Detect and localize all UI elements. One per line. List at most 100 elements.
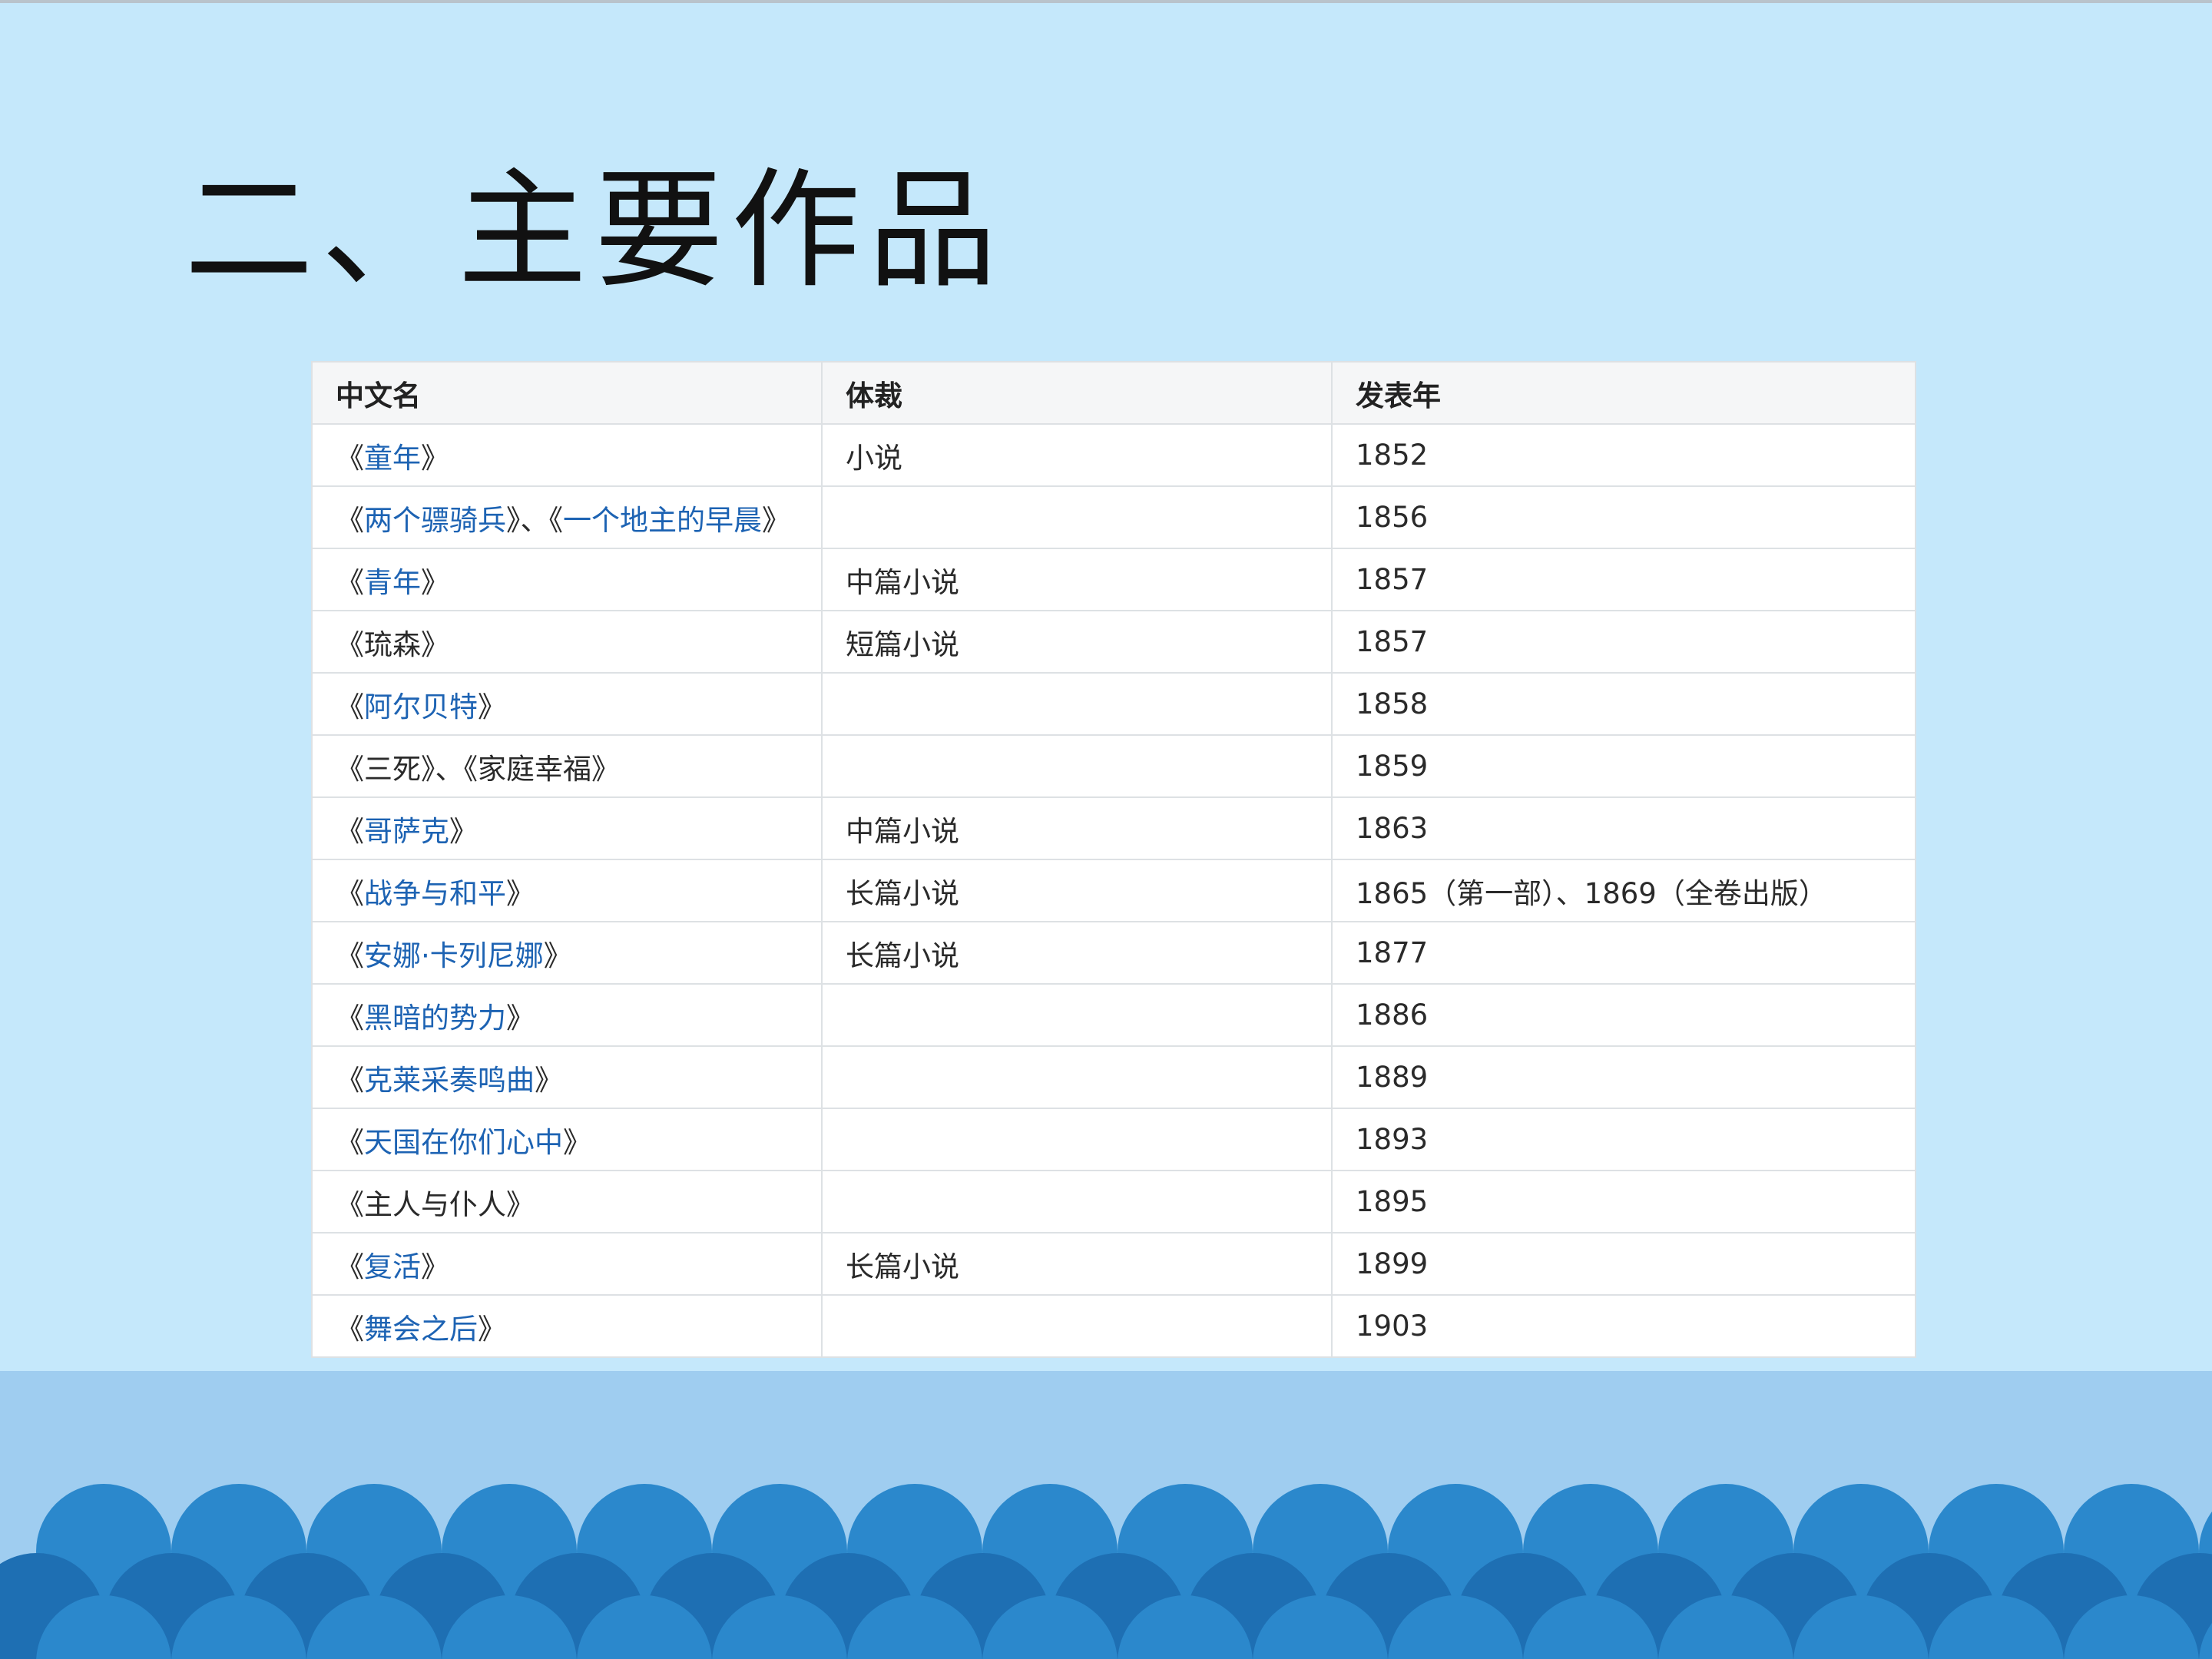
- genre-cell: [821, 672, 1333, 736]
- work-title-link[interactable]: 青年: [364, 566, 421, 599]
- work-title-link[interactable]: 复活: [364, 1250, 421, 1283]
- year-cell: 1863: [1331, 796, 1916, 860]
- work-title-text: 《: [336, 565, 364, 599]
- year-cell: 1856: [1331, 485, 1916, 549]
- genre-cell: [821, 734, 1333, 798]
- genre-cell: 中篇小说: [821, 796, 1333, 860]
- work-title-text: 》、《: [506, 503, 563, 537]
- header-title: 中文名: [311, 361, 823, 425]
- work-title-link[interactable]: 战争与和平: [364, 877, 506, 910]
- genre-cell: [821, 1170, 1333, 1233]
- works-table: 中文名 体裁 发表年 《童年》 小说 1852 《两个骠骑兵》、《一个地主的早晨》 18…: [311, 361, 1916, 1358]
- work-title-text: 》: [762, 503, 790, 537]
- year-cell: 1877: [1331, 921, 1916, 985]
- page-title: 二、主要作品: [184, 155, 1005, 306]
- year-cell: 1895: [1331, 1170, 1916, 1233]
- work-title-text: 》: [506, 876, 535, 910]
- work-title-text: 《: [336, 503, 364, 537]
- work-title-text: 《: [336, 1001, 364, 1035]
- work-title-link[interactable]: 克莱采奏鸣曲: [364, 1064, 535, 1097]
- work-title-text: 《: [336, 1063, 364, 1097]
- table-row: 《舞会之后》 1903: [311, 1294, 1916, 1358]
- work-title-cell: 《天国在你们心中》: [311, 1108, 823, 1171]
- top-border: [0, 0, 2212, 3]
- table-row: 《战争与和平》 长篇小说 1865（第一部）、1869（全卷出版）: [311, 859, 1916, 922]
- work-title-link[interactable]: 两个骠骑兵: [364, 504, 506, 537]
- work-title-text: 《: [336, 1312, 364, 1346]
- header-year: 发表年: [1331, 361, 1916, 425]
- work-title-text: 《主人与仆人》: [336, 1187, 535, 1221]
- table-row: 《哥萨克》 中篇小说 1863: [311, 796, 1916, 860]
- table-row: 《三死》、《家庭幸福》 1859: [311, 734, 1916, 798]
- work-title-cell: 《两个骠骑兵》、《一个地主的早晨》: [311, 485, 823, 549]
- genre-cell: [821, 1108, 1333, 1171]
- table-row: 《童年》 小说 1852: [311, 423, 1916, 487]
- work-title-text: 《: [336, 690, 364, 724]
- work-title-text: 》: [449, 814, 478, 848]
- work-title-text: 《: [336, 1125, 364, 1159]
- genre-cell: 中篇小说: [821, 548, 1333, 611]
- table-row: 《青年》 中篇小说 1857: [311, 548, 1916, 611]
- work-title-text: 》: [421, 565, 449, 599]
- genre-cell: 长篇小说: [821, 921, 1333, 985]
- work-title-cell: 《阿尔贝特》: [311, 672, 823, 736]
- genre-cell: [821, 1045, 1333, 1109]
- work-title-link[interactable]: 童年: [364, 442, 421, 475]
- table-row: 《克莱采奏鸣曲》 1889: [311, 1045, 1916, 1109]
- work-title-cell: 《复活》: [311, 1232, 823, 1296]
- work-title-link[interactable]: 安娜·卡列尼娜: [364, 939, 544, 972]
- work-title-link[interactable]: 天国在你们心中: [364, 1126, 563, 1159]
- work-title-link[interactable]: 黑暗的势力: [364, 1002, 506, 1035]
- genre-cell: [821, 485, 1333, 549]
- work-title-link[interactable]: 舞会之后: [364, 1313, 478, 1346]
- year-cell: 1858: [1331, 672, 1916, 736]
- genre-cell: 小说: [821, 423, 1333, 487]
- work-title-link[interactable]: 阿尔贝特: [364, 690, 478, 724]
- genre-cell: 长篇小说: [821, 1232, 1333, 1296]
- work-title-cell: 《琉森》: [311, 610, 823, 674]
- work-title-text: 《: [336, 1250, 364, 1283]
- work-title-cell: 《克莱采奏鸣曲》: [311, 1045, 823, 1109]
- year-cell: 1893: [1331, 1108, 1916, 1171]
- table-row: 《两个骠骑兵》、《一个地主的早晨》 1856: [311, 485, 1916, 549]
- work-title-cell: 《主人与仆人》: [311, 1170, 823, 1233]
- work-title-text: 》: [563, 1125, 591, 1159]
- year-cell: 1903: [1331, 1294, 1916, 1358]
- work-title-text: 《: [336, 441, 364, 475]
- wave-decoration: [0, 1484, 2212, 1659]
- year-cell: 1859: [1331, 734, 1916, 798]
- work-title-text: 《: [336, 876, 364, 910]
- year-cell: 1852: [1331, 423, 1916, 487]
- year-cell: 1899: [1331, 1232, 1916, 1296]
- table-body: 《童年》 小说 1852 《两个骠骑兵》、《一个地主的早晨》 1856 《青年》 中篇小说 1…: [311, 423, 1916, 1358]
- work-title-text: 》: [535, 1063, 563, 1097]
- header-genre: 体裁: [821, 361, 1333, 425]
- work-title-cell: 《安娜·卡列尼娜》: [311, 921, 823, 985]
- table-row: 《主人与仆人》 1895: [311, 1170, 1916, 1233]
- table-header-row: 中文名 体裁 发表年: [311, 361, 1916, 425]
- table-row: 《安娜·卡列尼娜》 长篇小说 1877: [311, 921, 1916, 985]
- work-title-link[interactable]: 哥萨克: [364, 815, 449, 848]
- work-title-text: 》: [478, 1312, 506, 1346]
- work-title-text: 《三死》、《家庭幸福》: [336, 752, 620, 786]
- work-title-text: 《: [336, 939, 364, 972]
- year-cell: 1857: [1331, 610, 1916, 674]
- table-row: 《天国在你们心中》 1893: [311, 1108, 1916, 1171]
- work-title-link[interactable]: 一个地主的早晨: [563, 504, 762, 537]
- work-title-text: 》: [506, 1001, 535, 1035]
- work-title-cell: 《童年》: [311, 423, 823, 487]
- genre-cell: 长篇小说: [821, 859, 1333, 922]
- year-cell: 1889: [1331, 1045, 1916, 1109]
- work-title-cell: 《战争与和平》: [311, 859, 823, 922]
- work-title-cell: 《青年》: [311, 548, 823, 611]
- work-title-text: 《琉森》: [336, 628, 449, 661]
- genre-cell: [821, 983, 1333, 1047]
- work-title-cell: 《三死》、《家庭幸福》: [311, 734, 823, 798]
- year-cell: 1857: [1331, 548, 1916, 611]
- work-title-cell: 《哥萨克》: [311, 796, 823, 860]
- table-row: 《阿尔贝特》 1858: [311, 672, 1916, 736]
- table-row: 《琉森》 短篇小说 1857: [311, 610, 1916, 674]
- work-title-text: 《: [336, 814, 364, 848]
- table-row: 《复活》 长篇小说 1899: [311, 1232, 1916, 1296]
- year-cell: 1865（第一部）、1869（全卷出版）: [1331, 859, 1916, 922]
